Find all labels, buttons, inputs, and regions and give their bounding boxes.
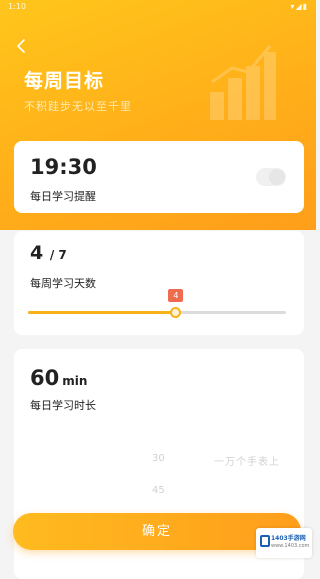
picker-option[interactable]: 45	[152, 485, 165, 496]
duration-value: 60 min	[30, 366, 87, 390]
picker-option[interactable]: 30	[152, 453, 165, 464]
slider-thumb[interactable]	[170, 307, 182, 318]
reminder-label: 每日学习提醒	[30, 190, 96, 203]
days-slider[interactable]: 4	[28, 289, 286, 329]
page-title: 每周目标	[24, 70, 105, 92]
days-total: / 7	[49, 248, 67, 262]
reminder-toggle[interactable]	[256, 168, 286, 186]
duration-number: 60	[30, 366, 60, 390]
duration-unit: min	[62, 374, 88, 388]
site-name: 1403手游网	[271, 535, 306, 542]
slider-fill	[28, 311, 176, 314]
site-url: www.1403.com	[271, 543, 310, 549]
days-value: 4 / 7	[30, 242, 67, 264]
status-time: 1:10	[8, 2, 26, 11]
status-icons: ▾◢▮	[290, 2, 308, 11]
toggle-knob	[269, 169, 285, 185]
status-bar: 1:10 ▾◢▮	[0, 0, 316, 14]
chevron-left-icon[interactable]	[14, 38, 30, 54]
picker-hint: 一万个手表上	[214, 457, 280, 468]
reminder-card: 19:30 每日学习提醒	[14, 141, 304, 213]
duration-label: 每日学习时长	[30, 399, 96, 412]
days-count: 4	[30, 242, 44, 264]
reminder-time[interactable]: 19:30	[30, 155, 97, 179]
weekly-days-card: 4 / 7 每周学习天数 4	[14, 231, 304, 335]
page-subtitle: 不积跬步无以至千里	[24, 100, 132, 113]
site-watermark: 1403手游网 www.1403.com	[256, 528, 312, 558]
slider-tooltip: 4	[168, 289, 184, 302]
bar-chart-icon	[210, 45, 276, 120]
site-logo-icon	[260, 535, 270, 547]
